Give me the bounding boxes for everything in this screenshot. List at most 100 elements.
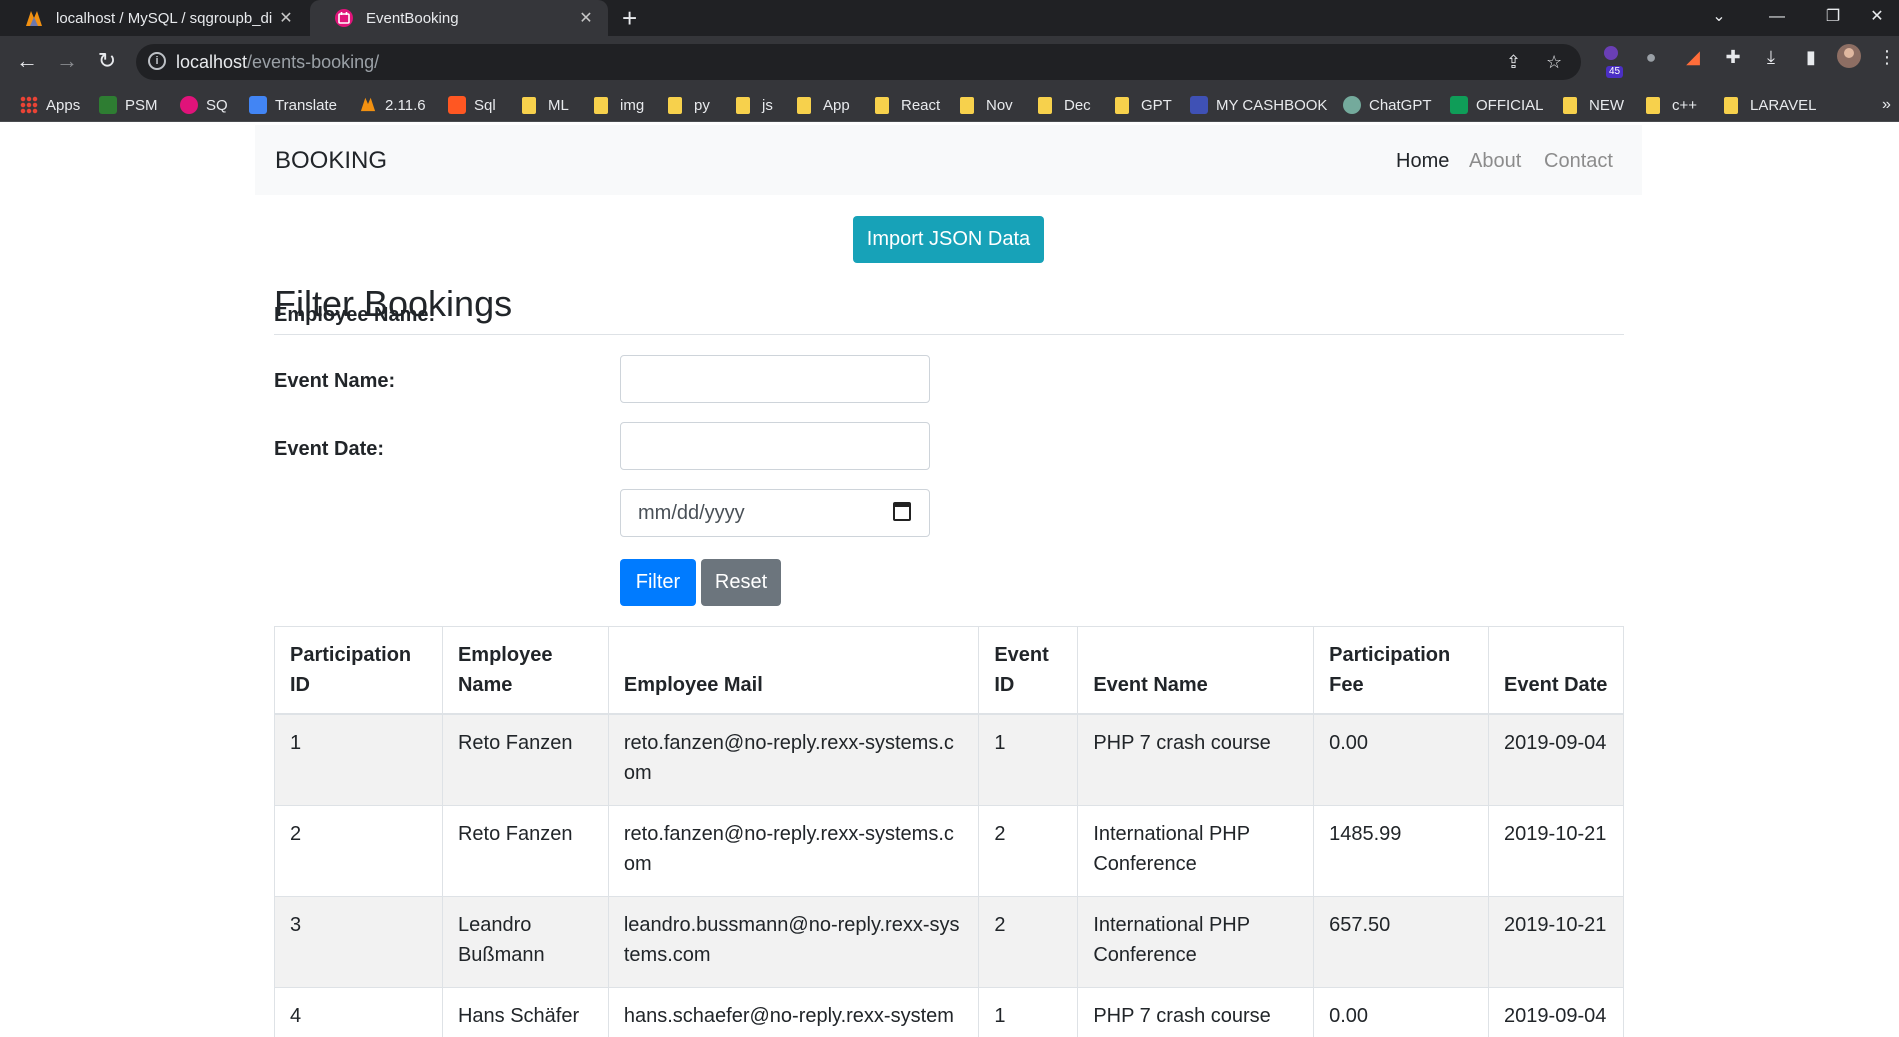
bookmark-folder-laravel[interactable]: LARAVEL — [1724, 95, 1816, 115]
close-window-icon[interactable]: ✕ — [1852, 0, 1899, 36]
bookmark-star-icon[interactable]: ☆ — [1546, 52, 1562, 73]
extensions-puzzle-icon[interactable]: ✚ — [1720, 44, 1746, 70]
calendar-icon[interactable] — [893, 502, 911, 521]
reload-icon[interactable]: ↻ — [92, 48, 122, 74]
phpmyadmin-icon — [359, 96, 377, 114]
minimize-icon[interactable]: — — [1752, 0, 1802, 36]
cell-event-id: 1 — [978, 713, 1079, 806]
extension-icon[interactable]: ● — [1638, 44, 1664, 70]
eventbooking-favicon — [334, 8, 354, 28]
bookmark-folder-js[interactable]: js — [736, 95, 773, 115]
tab-title: localhost / MySQL / sqgroupb_di — [56, 9, 273, 27]
bookmarks-bar: Apps PSM SQ Translate 2.11.6 Sql ML img … — [0, 88, 1899, 122]
table-header-row: Participation ID Employee Name Employee … — [274, 626, 1624, 715]
share-icon[interactable]: ⇪ — [1506, 52, 1521, 73]
bookmark-chatgpt[interactable]: ChatGPT — [1343, 95, 1432, 115]
filter-button[interactable]: Filter — [620, 559, 696, 606]
column-header: Event Date — [1488, 626, 1624, 715]
bookmark-apps[interactable]: Apps — [20, 95, 80, 115]
bookmark-folder-new[interactable]: NEW — [1563, 95, 1624, 115]
folder-icon — [594, 96, 608, 114]
cell-event-name: International PHP Conference — [1077, 804, 1315, 897]
download-icon[interactable]: ⤓ — [1758, 44, 1784, 70]
tab-search-chevron-icon[interactable]: ⌄ — [1694, 0, 1744, 36]
import-json-button[interactable]: Import JSON Data — [853, 216, 1044, 263]
cell-participation-id: 1 — [274, 713, 443, 806]
employee-name-input[interactable] — [620, 355, 930, 403]
nav-link-home[interactable]: Home — [1396, 150, 1449, 173]
forward-arrow-icon[interactable]: → — [52, 48, 82, 74]
bookmark-folder-app[interactable]: App — [797, 95, 850, 115]
tab-eventbooking[interactable]: EventBooking ✕ — [310, 0, 608, 36]
bookmark-psm[interactable]: PSM — [99, 95, 158, 115]
column-header: Participation Fee — [1313, 626, 1490, 715]
close-tab-icon[interactable]: ✕ — [574, 8, 598, 28]
folder-icon — [960, 96, 974, 114]
bookmark-folder-py[interactable]: py — [668, 95, 710, 115]
reset-button[interactable]: Reset — [701, 559, 781, 606]
folder-icon — [522, 96, 536, 114]
bookmarks-overflow-icon[interactable]: » — [1882, 95, 1891, 115]
bookmark-my-cashbook[interactable]: MY CASHBOOK — [1190, 95, 1327, 115]
cell-event-date: 2019-10-21 — [1488, 804, 1624, 897]
cell-event-id: 2 — [978, 895, 1079, 988]
site-info-icon[interactable]: i — [148, 52, 166, 70]
address-bar[interactable]: i localhost/events-booking/ ⇪ ☆ — [136, 44, 1581, 80]
event-date-input[interactable]: mm/dd/yyyy — [620, 489, 930, 537]
table-row: 1 Reto Fanzen reto.fanzen@no-reply.rexx-… — [274, 713, 1624, 806]
page-content: BOOKING Home About Contact Import JSON D… — [0, 123, 1899, 1037]
column-header: Participation ID — [274, 626, 443, 715]
bookmark-label: PSM — [125, 96, 158, 114]
cell-event-name: International PHP Conference — [1077, 895, 1315, 988]
bookmark-folder-dec[interactable]: Dec — [1038, 95, 1091, 115]
folder-icon — [1115, 96, 1129, 114]
bookmark-sq[interactable]: SQ — [180, 95, 228, 115]
bookmark-phpmyadmin[interactable]: 2.11.6 — [359, 95, 426, 115]
date-placeholder: mm/dd/yyyy — [638, 502, 745, 524]
bookings-table: Participation ID Employee Name Employee … — [274, 626, 1624, 1037]
bookmark-folder-gpt[interactable]: GPT — [1115, 95, 1172, 115]
folder-icon — [1646, 96, 1660, 114]
event-name-input[interactable] — [620, 422, 930, 470]
cell-event-date: 2019-09-04 — [1488, 713, 1624, 806]
restore-icon[interactable]: ❐ — [1808, 0, 1858, 36]
bookmark-folder-ml[interactable]: ML — [522, 95, 569, 115]
bookmark-folder-img[interactable]: img — [594, 95, 644, 115]
new-tab-plus-icon[interactable]: + — [622, 4, 637, 32]
folder-icon — [736, 96, 750, 114]
close-tab-icon[interactable]: ✕ — [274, 8, 298, 28]
profile-avatar[interactable] — [1836, 44, 1862, 70]
back-arrow-icon[interactable]: ← — [12, 48, 42, 74]
cell-participation-id: 4 — [274, 986, 443, 1037]
bookmark-label: Sql — [474, 96, 496, 114]
bookmark-label: Translate — [275, 96, 337, 114]
event-date-label: Event Date: — [274, 438, 385, 460]
cell-participation-fee: 0.00 — [1313, 986, 1490, 1037]
cell-event-name: PHP 7 crash course — [1077, 986, 1315, 1037]
navbar-brand[interactable]: BOOKING — [275, 147, 387, 175]
bookmark-official[interactable]: OFFICIAL — [1450, 95, 1544, 115]
bookmark-sql[interactable]: Sql — [448, 95, 496, 115]
cell-employee-name: Reto Fanzen — [441, 804, 609, 897]
extension-icon[interactable]: ◢ — [1680, 44, 1706, 70]
table-row: 4 Hans Schäfer hans.schaefer@no-reply.re… — [274, 986, 1624, 1037]
side-panel-icon[interactable]: ▮ — [1798, 44, 1824, 70]
bookmark-label: py — [694, 96, 710, 114]
cell-participation-fee: 657.50 — [1313, 895, 1490, 988]
bookmark-folder-react[interactable]: React — [875, 95, 940, 115]
chatgpt-icon — [1343, 96, 1361, 114]
tab-phpmyadmin[interactable]: localhost / MySQL / sqgroupb_di ✕ — [0, 0, 308, 36]
bookmark-folder-cpp[interactable]: c++ — [1646, 95, 1697, 115]
cell-employee-mail: reto.fanzen@no-reply.rexx-systems.com — [607, 713, 980, 806]
cell-event-date: 2019-10-21 — [1488, 895, 1624, 988]
browser-tab-strip: localhost / MySQL / sqgroupb_di ✕ EventB… — [0, 0, 1899, 36]
bookmark-translate[interactable]: Translate — [249, 95, 337, 115]
nav-link-about[interactable]: About — [1469, 150, 1521, 173]
nav-link-contact[interactable]: Contact — [1544, 150, 1613, 173]
folder-icon — [1563, 96, 1577, 114]
bookmark-folder-nov[interactable]: Nov — [960, 95, 1013, 115]
table-row: 2 Reto Fanzen reto.fanzen@no-reply.rexx-… — [274, 804, 1624, 897]
menu-kebab-icon[interactable]: ⋮ — [1874, 44, 1899, 70]
cell-participation-fee: 0.00 — [1313, 713, 1490, 806]
browser-toolbar: ← → ↻ i localhost/events-booking/ ⇪ ☆ 45… — [0, 36, 1899, 88]
